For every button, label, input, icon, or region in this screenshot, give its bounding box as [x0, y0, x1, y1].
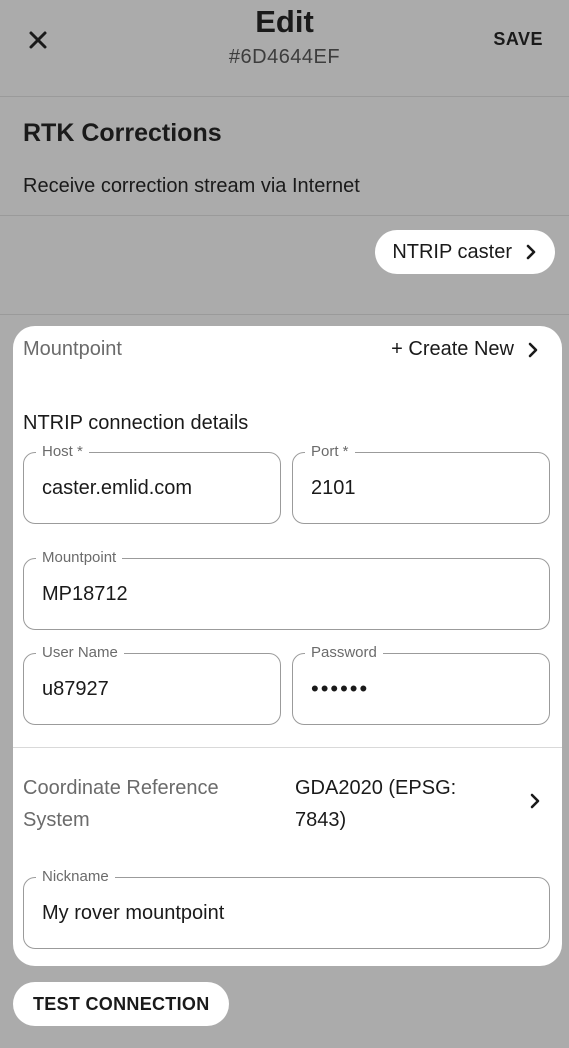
username-field-value: u87927 [42, 678, 109, 700]
page-subtitle: #6D4644EF [228, 46, 341, 68]
port-field-value: 2101 [311, 477, 356, 499]
nickname-field-label: Nickname [36, 868, 115, 885]
crs-value[interactable]: GDA2020 (EPSG: 7843) [295, 772, 485, 836]
mountpoint-card: Mountpoint + Create New NTRIP connection… [13, 326, 562, 966]
ntrip-caster-label: NTRIP caster [392, 240, 512, 263]
rtk-corrections-section: RTK Corrections Receive correction strea… [0, 97, 569, 216]
crs-label: Coordinate Reference System [23, 777, 219, 831]
username-field[interactable]: User Name u87927 [23, 644, 281, 725]
host-field-label: Host * [36, 443, 89, 460]
section-description: Receive correction stream via Internet [23, 175, 360, 197]
password-field-value: •••••• [311, 676, 370, 701]
nickname-field-value: My rover mountpoint [42, 902, 225, 924]
password-field-label: Password [305, 644, 383, 661]
create-new-label: + Create New [391, 338, 514, 360]
chevron-right-icon [526, 244, 536, 260]
mountpoint-label: Mountpoint [23, 338, 122, 360]
divider [0, 314, 569, 315]
top-app-bar: Edit #6D4644EF SAVE [0, 0, 569, 97]
host-field[interactable]: Host * caster.emlid.com [23, 443, 281, 524]
card-divider [13, 747, 562, 748]
connection-details-heading: NTRIP connection details [23, 412, 249, 434]
ntrip-caster-button[interactable]: NTRIP caster [375, 230, 555, 274]
mountpoint-field-label: Mountpoint [36, 549, 123, 566]
mountpoint-field-value: MP18712 [42, 583, 128, 605]
port-field[interactable]: Port * 2101 [292, 443, 550, 524]
host-field-value: caster.emlid.com [42, 477, 193, 499]
save-button[interactable]: SAVE [493, 29, 543, 50]
mountpoint-field[interactable]: Mountpoint MP18712 [23, 549, 550, 630]
page-title: Edit [255, 4, 314, 39]
test-connection-button[interactable]: TEST CONNECTION [13, 982, 229, 1026]
username-field-label: User Name [36, 644, 124, 661]
port-field-label: Port * [305, 443, 355, 460]
chevron-right-icon[interactable] [526, 792, 544, 810]
section-title: RTK Corrections [23, 119, 222, 147]
chevron-right-icon [528, 342, 538, 357]
nickname-field[interactable]: Nickname My rover mountpoint [23, 868, 550, 949]
password-field[interactable]: Password •••••• [292, 644, 550, 725]
create-new-button[interactable]: + Create New [391, 338, 542, 361]
